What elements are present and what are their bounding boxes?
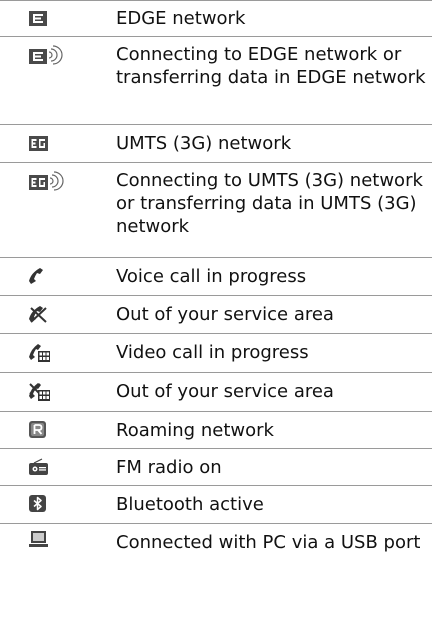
row-description: Video call in progress [116, 342, 309, 363]
table-row: Out of your service area [0, 295, 432, 333]
row-description: Connecting to UMTS (3G) network or trans… [116, 170, 423, 237]
table-row: Connected with PC via a USB port [0, 523, 432, 583]
table-row: Connecting to UMTS (3G) network or trans… [0, 162, 432, 257]
row-description: Connected with PC via a USB port [116, 532, 421, 553]
row-description: FM radio on [116, 457, 222, 478]
voice-out-of-service-icon [28, 296, 88, 333]
row-description: Connecting to EDGE network or transferri… [116, 44, 426, 88]
row-description: Bluetooth active [116, 494, 264, 515]
table-row: Connecting to EDGE network or transferri… [0, 36, 432, 124]
icon-description-table: EDGE network Connecting to EDGE network … [0, 0, 432, 583]
video-call-icon [28, 334, 88, 372]
bluetooth-icon [28, 486, 88, 523]
table-row: Bluetooth active [0, 485, 432, 523]
fm-radio-icon [28, 449, 88, 485]
row-description: Out of your service area [116, 304, 334, 325]
table-row: Out of your service area [0, 372, 432, 411]
voice-call-icon [28, 258, 88, 295]
pc-usb-icon [28, 524, 88, 583]
row-description: Out of your service area [116, 381, 334, 402]
video-out-of-service-icon [28, 373, 88, 411]
roaming-icon [28, 412, 88, 448]
row-description: UMTS (3G) network [116, 133, 292, 154]
table-row: UMTS (3G) network [0, 124, 432, 162]
table-row: Video call in progress [0, 333, 432, 372]
table-row: Voice call in progress [0, 257, 432, 295]
umts-transfer-icon [28, 163, 88, 257]
umts-network-icon [28, 125, 88, 162]
row-description: EDGE network [116, 8, 246, 29]
edge-transfer-icon [28, 37, 88, 124]
table-row: FM radio on [0, 448, 432, 485]
edge-network-icon [28, 1, 88, 36]
table-row: EDGE network [0, 0, 432, 36]
row-description: Roaming network [116, 420, 274, 441]
table-row: Roaming network [0, 411, 432, 448]
row-description: Voice call in progress [116, 266, 307, 287]
